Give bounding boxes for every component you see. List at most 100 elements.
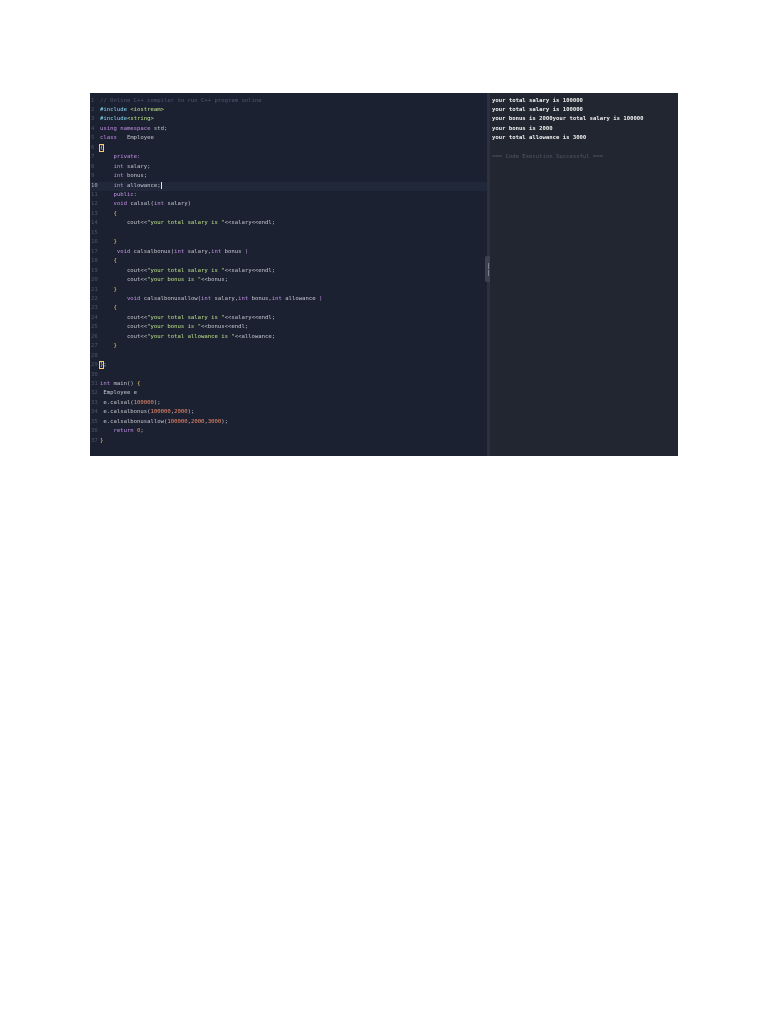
- line-number: 26: [91, 333, 98, 340]
- code-text: public:: [100, 191, 137, 200]
- code-line[interactable]: 20 cout<<"your bonus is "<<bonus;: [90, 276, 487, 285]
- code-text: {: [100, 210, 117, 219]
- line-number: 27: [91, 343, 98, 350]
- code-token: int: [271, 295, 282, 302]
- code-text: cout<<"your total salary is "<<salary<<e…: [100, 267, 275, 276]
- code-line[interactable]: 3 #include<string>: [90, 115, 487, 124]
- code-line[interactable]: 29};: [90, 361, 487, 370]
- line-number: 6: [91, 144, 95, 151]
- code-token: <<bonus<<endl;: [201, 324, 249, 331]
- code-token: salary,: [184, 248, 212, 255]
- code-editor[interactable]: 1 // Online C++ compiler to run C++ progr…: [90, 93, 487, 456]
- line-number: 8: [91, 163, 95, 170]
- code-line[interactable]: 17 void calsalbonus(int salary,int bonus…: [90, 248, 487, 257]
- code-token: int: [238, 295, 249, 302]
- code-line[interactable]: 19 cout<<"your total salary is "<<salary…: [90, 267, 487, 276]
- code-token: void: [100, 248, 131, 255]
- code-token: e.calsalbonus(: [100, 409, 151, 416]
- code-token: bonus;: [123, 173, 148, 180]
- line-number: 21: [91, 286, 98, 293]
- code-token: class: [100, 135, 117, 142]
- code-token: }: [100, 239, 117, 246]
- code-text: int salary;: [100, 163, 150, 172]
- code-token: main(): [110, 381, 138, 387]
- code-token: int: [100, 182, 124, 189]
- code-token: }: [100, 286, 117, 293]
- code-text: {: [100, 257, 116, 266]
- code-line[interactable]: 24 cout<<"your total salary is "<<salary…: [90, 314, 487, 323]
- line-number: 9: [91, 173, 95, 180]
- code-token: #include: [100, 106, 131, 113]
- code-token: cout<<: [100, 220, 148, 227]
- line-number: 7: [91, 154, 95, 161]
- line-number: 15: [91, 229, 98, 236]
- code-text: private:: [100, 153, 140, 162]
- line-number: 2: [91, 106, 95, 113]
- code-line[interactable]: 15: [90, 229, 487, 238]
- code-line[interactable]: 32 Employee e: [90, 389, 487, 398]
- code-line[interactable]: 16 }: [90, 238, 487, 247]
- code-line[interactable]: 34 e.calsalbonus(100000,2000);: [90, 408, 487, 417]
- code-line[interactable]: 28: [90, 352, 487, 361]
- code-line[interactable]: 35 e.calsalbonusallow(100000,2000,3000);: [90, 418, 487, 427]
- code-token: ): [318, 295, 323, 302]
- line-number: 36: [91, 428, 98, 435]
- execution-status: === Code Execution Successful ===: [492, 154, 604, 161]
- code-token: int: [100, 163, 124, 170]
- code-line[interactable]: 27 }: [90, 342, 487, 351]
- code-token: <<allowance;: [234, 333, 276, 340]
- code-token: Employee e: [100, 390, 138, 397]
- code-line[interactable]: 23 {: [90, 304, 487, 313]
- code-text: // Online C++ compiler to run C++ progra…: [100, 97, 262, 106]
- code-line[interactable]: 31 int main() {: [90, 380, 487, 389]
- line-number: 11: [91, 192, 98, 198]
- code-line[interactable]: 2 #include <iostream>: [90, 106, 487, 115]
- code-line[interactable]: 18 {: [90, 257, 487, 266]
- code-line[interactable]: 6{: [90, 143, 487, 153]
- code-token: bonus: [221, 248, 245, 255]
- code-line[interactable]: 14 cout<<"your total salary is "<<salary…: [90, 219, 487, 228]
- code-line[interactable]: 4 using namespace std;: [90, 125, 487, 134]
- code-text: class Employee: [100, 134, 154, 143]
- code-token: cout<<: [100, 314, 148, 321]
- code-line[interactable]: 21 }: [90, 286, 487, 295]
- text-cursor: [160, 181, 162, 189]
- code-line[interactable]: 8 int salary;: [90, 163, 487, 172]
- code-line[interactable]: 11 public:: [90, 191, 487, 200]
- code-text: e.calsalbonusallow(100000,2000,3000);: [100, 418, 228, 427]
- code-line[interactable]: 13 {: [90, 210, 487, 219]
- code-token: public:: [100, 192, 138, 198]
- code-token: allowance: [281, 295, 319, 302]
- code-text: return 0;: [100, 427, 143, 436]
- code-line[interactable]: 5 class Employee: [90, 134, 487, 143]
- code-line[interactable]: 36 return 0;: [90, 427, 487, 436]
- code-token: salary): [164, 201, 191, 208]
- code-line[interactable]: 1 // Online C++ compiler to run C++ progr…: [90, 97, 487, 106]
- line-number: 16: [91, 239, 98, 246]
- line-number: 14: [91, 220, 98, 227]
- code-line[interactable]: 10 int allowance;: [90, 181, 487, 191]
- line-number: 33: [91, 399, 98, 406]
- code-line[interactable]: 7 private:: [90, 153, 487, 162]
- code-line[interactable]: 12 void calsal(int salary): [90, 200, 487, 209]
- code-text: cout<<"your total salary is "<<salary<<e…: [100, 219, 275, 228]
- code-line[interactable]: 22 void calsalbonusallow(int salary,int …: [90, 295, 487, 304]
- code-line[interactable]: 9 int bonus;: [90, 172, 487, 181]
- line-number: 32: [91, 390, 98, 397]
- code-line[interactable]: 37}: [90, 437, 487, 446]
- code-token: {: [137, 381, 141, 387]
- code-token: cout<<: [100, 277, 148, 284]
- line-number: 35: [91, 418, 98, 425]
- code-text: }: [100, 286, 117, 295]
- code-token: "your bonus is ": [147, 277, 202, 284]
- code-token: <string>: [126, 116, 154, 123]
- code-token: <<salary<<endl;: [224, 220, 276, 227]
- code-token: {: [100, 210, 117, 217]
- line-number: 34: [91, 409, 98, 416]
- code-line[interactable]: 33 e.calsal(100000);: [90, 399, 487, 408]
- code-line[interactable]: 25 cout<<"your bonus is "<<bonus<<endl;: [90, 323, 487, 332]
- code-line[interactable]: 26 cout<<"your total allowance is "<<all…: [90, 333, 487, 342]
- line-number: 23: [91, 305, 98, 312]
- code-token: 100000: [167, 418, 188, 425]
- code-line[interactable]: 30: [90, 371, 487, 380]
